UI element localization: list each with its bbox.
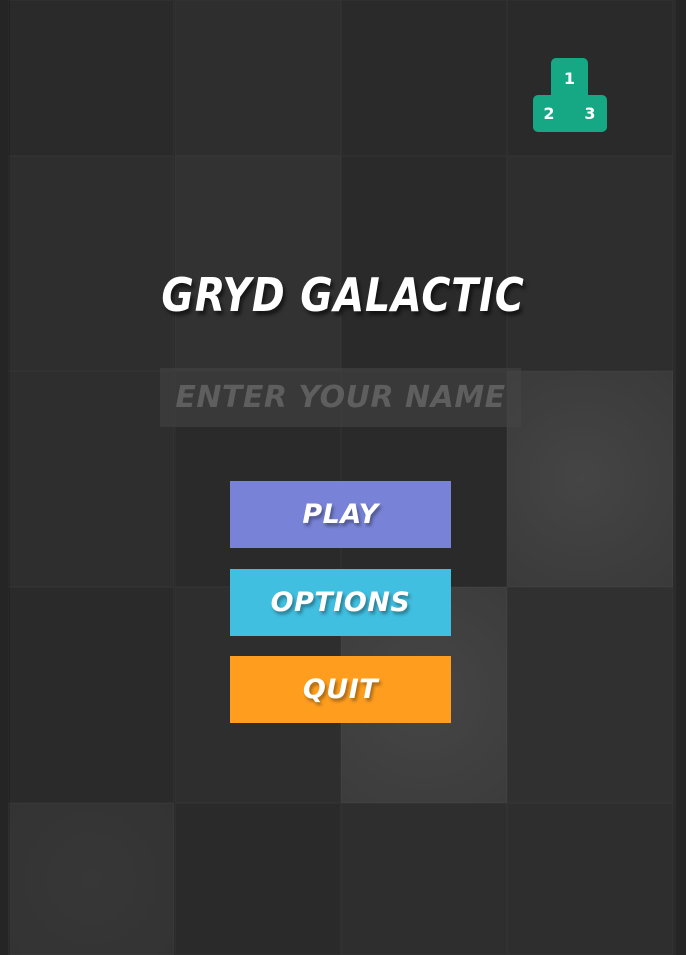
background-tile [507, 156, 673, 371]
background-tile [507, 587, 673, 803]
background-tile [8, 587, 174, 803]
main-menu-screen: 1 2 3 GRYD GALACTIC PLAY OPTIONS QUIT [0, 0, 686, 955]
background-tile [341, 0, 507, 156]
background-tile [175, 0, 341, 156]
podium-second-place: 2 [533, 95, 565, 132]
background-tile [175, 803, 341, 955]
name-input[interactable] [160, 368, 521, 427]
leaderboard-podium-icon[interactable]: 1 2 3 [533, 58, 607, 132]
podium-first-place: 1 [551, 58, 588, 98]
quit-button[interactable]: QUIT [230, 656, 451, 723]
podium-second-label: 2 [543, 104, 555, 123]
podium-third-place: 3 [574, 95, 606, 132]
background-tile [507, 371, 673, 587]
background-tile [341, 803, 507, 955]
left-edge-shade [0, 0, 10, 955]
play-button[interactable]: PLAY [230, 481, 451, 548]
background-tile [8, 371, 174, 587]
podium-first-label: 1 [563, 68, 576, 88]
background-tile [8, 803, 174, 955]
background-tile [8, 156, 174, 371]
background-tile [507, 803, 673, 955]
background-tile [8, 0, 174, 156]
background-tile [341, 156, 507, 371]
game-title: GRYD GALACTIC [161, 268, 525, 322]
name-field-container [160, 368, 521, 427]
background-tile [175, 156, 341, 371]
podium-third-label: 3 [584, 104, 596, 123]
right-edge-shade [676, 0, 686, 955]
options-button[interactable]: OPTIONS [230, 569, 451, 636]
